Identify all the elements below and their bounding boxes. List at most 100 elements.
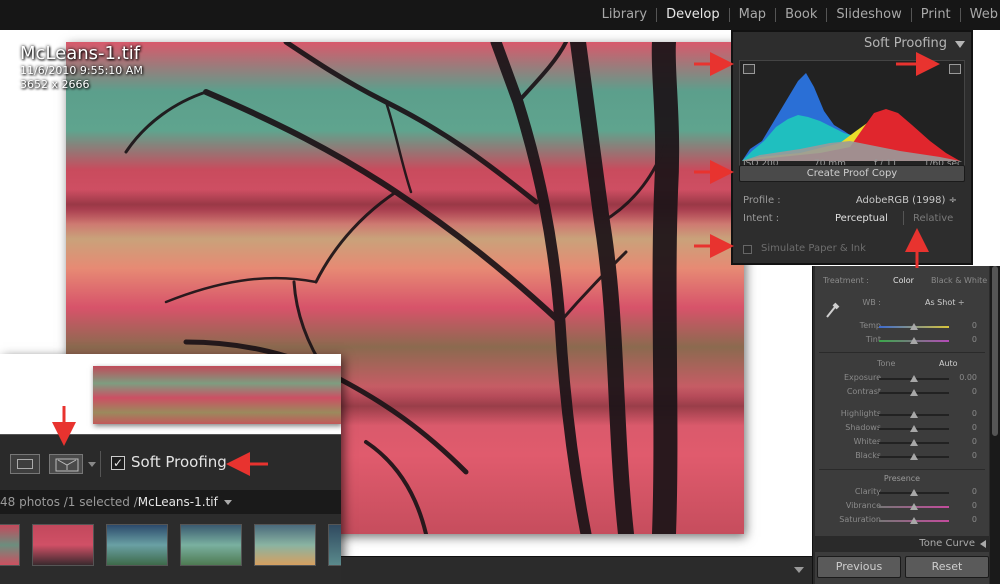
saturation-slider-knob[interactable] xyxy=(910,517,918,524)
tint-slider[interactable] xyxy=(879,337,949,344)
filename-dropdown-icon[interactable] xyxy=(223,500,232,505)
module-book[interactable]: Book xyxy=(776,8,828,22)
before-after-view-button[interactable] xyxy=(49,454,83,474)
tone-curve-panel-header[interactable]: Tone Curve xyxy=(815,536,989,552)
auto-tone-button[interactable]: Auto xyxy=(939,359,958,368)
basic-panel: Treatment : Color Black & White WB : As … xyxy=(815,266,989,584)
whites-slider[interactable] xyxy=(879,439,949,446)
panel-scrollbar[interactable] xyxy=(990,266,1000,584)
contrast-label: Contrast xyxy=(846,387,881,396)
tone-label: Tone xyxy=(877,359,896,368)
intent-relative-option[interactable]: Relative xyxy=(913,213,953,224)
treatment-bw-option[interactable]: Black & White xyxy=(931,276,987,285)
filmstrip-status-bar: 48 photos /1 selected /McLeans-1.tif xyxy=(0,490,341,514)
filmstrip-thumbnail[interactable] xyxy=(106,524,168,566)
exposure-label: Exposure xyxy=(843,373,881,382)
filmstrip xyxy=(0,514,341,584)
tint-row: Tint 0 xyxy=(815,335,989,349)
blacks-slider[interactable] xyxy=(879,453,949,460)
inset-photo xyxy=(93,366,341,424)
clarity-slider-knob[interactable] xyxy=(910,489,918,496)
profile-select[interactable]: AdobeRGB (1998) ÷ xyxy=(856,195,957,206)
exposure-slider-knob[interactable] xyxy=(910,375,918,382)
shadows-value[interactable]: 0 xyxy=(972,423,977,432)
scrollbar-thumb[interactable] xyxy=(992,266,998,436)
photo-datetime: 11/6/2010 9:55:10 AM xyxy=(20,64,143,77)
intent-perceptual-option[interactable]: Perceptual xyxy=(835,213,888,224)
blacks-value[interactable]: 0 xyxy=(972,451,977,460)
previous-button[interactable]: Previous xyxy=(817,556,901,578)
create-proof-copy-button[interactable]: Create Proof Copy xyxy=(739,165,965,182)
whites-slider-knob[interactable] xyxy=(910,439,918,446)
intent-row: Intent : Perceptual Relative xyxy=(743,211,963,229)
contrast-value[interactable]: 0 xyxy=(972,387,977,396)
vibrance-value[interactable]: 0 xyxy=(972,501,977,510)
highlights-label: Highlights xyxy=(840,409,881,418)
simulate-paper-ink-label[interactable]: Simulate Paper & Ink xyxy=(761,243,866,254)
vibrance-row: Vibrance 0 xyxy=(815,501,989,515)
collapse-triangle-icon[interactable] xyxy=(980,540,986,548)
blacks-row: Blacks 0 xyxy=(815,451,989,465)
exposure-slider[interactable] xyxy=(879,375,949,382)
module-develop[interactable]: Develop xyxy=(657,8,730,22)
before-after-icon xyxy=(55,458,79,472)
simulate-paper-ink-checkbox[interactable] xyxy=(743,245,752,254)
toolbar-dropdown-icon[interactable] xyxy=(794,567,804,573)
temp-slider-knob[interactable] xyxy=(910,323,918,330)
destination-gamut-warning-icon[interactable] xyxy=(949,64,961,74)
module-web[interactable]: Web xyxy=(961,8,1000,22)
filmstrip-thumbnail[interactable] xyxy=(0,524,20,566)
filmstrip-thumbnail[interactable] xyxy=(328,524,341,566)
reset-button[interactable]: Reset xyxy=(905,556,989,578)
module-slideshow[interactable]: Slideshow xyxy=(827,8,912,22)
wb-select[interactable]: As Shot ÷ xyxy=(925,298,965,307)
highlights-slider-knob[interactable] xyxy=(910,411,918,418)
saturation-value[interactable]: 0 xyxy=(972,515,977,524)
module-library[interactable]: Library xyxy=(593,8,658,22)
temp-row: Temp 0 xyxy=(815,321,989,335)
vibrance-label: Vibrance xyxy=(845,501,881,510)
selected-filename[interactable]: McLeans-1.tif xyxy=(138,495,218,509)
eyedropper-icon[interactable] xyxy=(823,298,843,320)
soft-proofing-title[interactable]: Soft Proofing xyxy=(733,32,971,56)
vibrance-slider[interactable] xyxy=(879,503,949,510)
treatment-color-option[interactable]: Color xyxy=(893,276,914,285)
temp-value[interactable]: 0 xyxy=(972,321,977,330)
vibrance-slider-knob[interactable] xyxy=(910,503,918,510)
photo-count: 48 photos /1 selected / xyxy=(0,495,138,509)
intent-label: Intent : xyxy=(743,213,780,224)
highlights-value[interactable]: 0 xyxy=(972,409,977,418)
monitor-gamut-warning-icon[interactable] xyxy=(743,64,755,74)
collapse-triangle-icon[interactable] xyxy=(955,41,965,48)
filmstrip-thumbnail[interactable] xyxy=(32,524,94,566)
treatment-row: Treatment : Color Black & White xyxy=(815,276,989,290)
module-map[interactable]: Map xyxy=(730,8,777,22)
soft-proofing-label[interactable]: Soft Proofing xyxy=(131,453,227,471)
filmstrip-thumbnail[interactable] xyxy=(180,524,242,566)
divider xyxy=(903,211,904,225)
tint-value[interactable]: 0 xyxy=(972,335,977,344)
highlights-slider[interactable] xyxy=(879,411,949,418)
clarity-value[interactable]: 0 xyxy=(972,487,977,496)
develop-right-panel: Treatment : Color Black & White WB : As … xyxy=(812,266,1000,584)
photo-filename: McLeans-1.tif xyxy=(20,43,141,64)
whites-value[interactable]: 0 xyxy=(972,437,977,446)
clarity-row: Clarity 0 xyxy=(815,487,989,501)
shadows-slider-knob[interactable] xyxy=(910,425,918,432)
clarity-slider[interactable] xyxy=(879,489,949,496)
loupe-view-button[interactable] xyxy=(10,454,40,474)
blacks-slider-knob[interactable] xyxy=(910,453,918,460)
filmstrip-thumbnail[interactable] xyxy=(254,524,316,566)
temp-slider[interactable] xyxy=(879,323,949,330)
soft-proofing-checkbox[interactable]: ✓ xyxy=(111,456,125,470)
tint-slider-knob[interactable] xyxy=(910,337,918,344)
inset-canvas xyxy=(0,354,341,434)
view-options-dropdown-icon[interactable] xyxy=(88,462,96,467)
saturation-slider[interactable] xyxy=(879,517,949,524)
contrast-slider[interactable] xyxy=(879,389,949,396)
contrast-slider-knob[interactable] xyxy=(910,389,918,396)
soft-proofing-panel: Soft Proofing ISO 200 70 mm ƒ / 11 1/60 … xyxy=(731,30,973,265)
shadows-slider[interactable] xyxy=(879,425,949,432)
exposure-value[interactable]: 0.00 xyxy=(959,373,977,382)
module-print[interactable]: Print xyxy=(912,8,961,22)
